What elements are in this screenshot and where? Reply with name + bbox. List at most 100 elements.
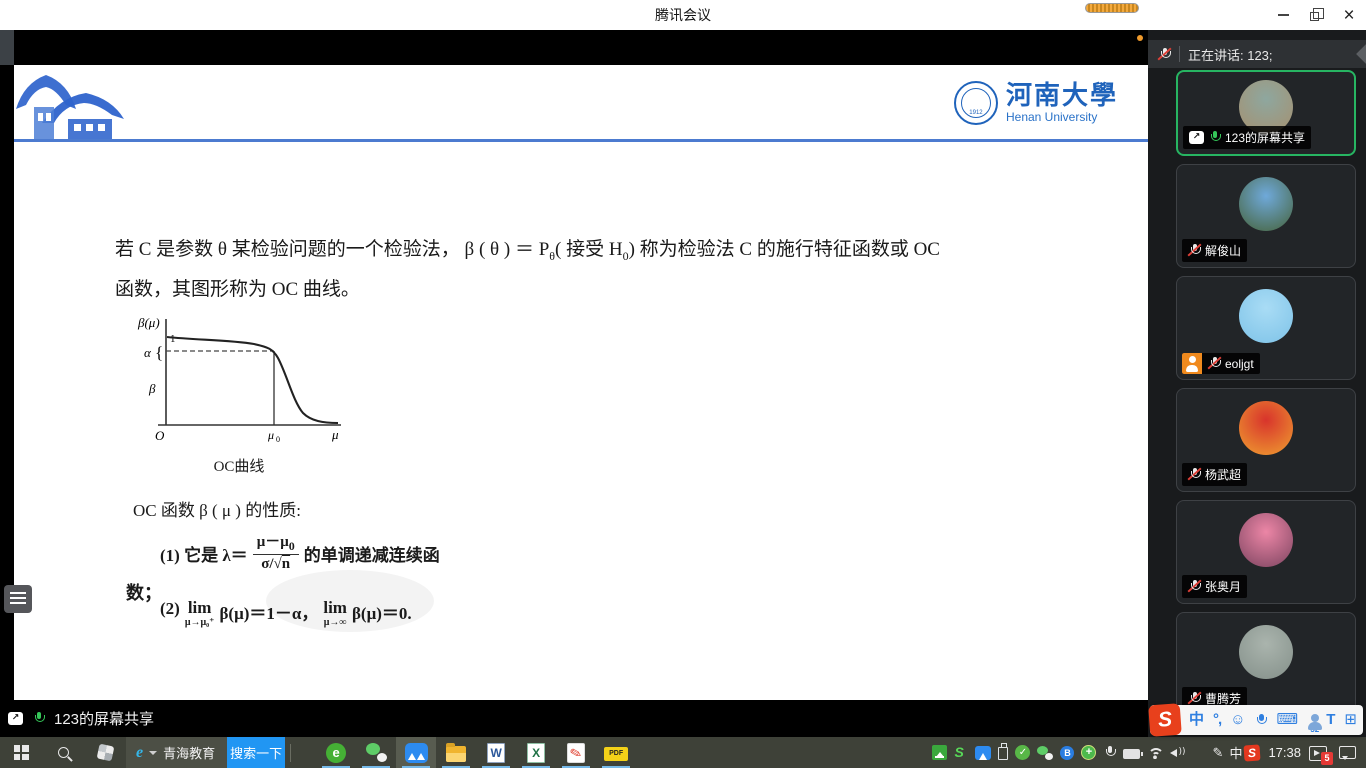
participant-tile[interactable]: 曹腾芳: [1176, 612, 1356, 716]
oc-curve-figure: β(μ) 1 α { β O μ 0 μ: [136, 313, 351, 448]
share-toolbar-handle[interactable]: [4, 585, 32, 613]
svg-text:1: 1: [170, 333, 176, 345]
wechat-icon[interactable]: [356, 737, 396, 768]
pagoda-illustration: [14, 67, 132, 140]
wechat-tray-icon[interactable]: [1037, 746, 1053, 760]
skin-icon[interactable]: T: [1326, 705, 1335, 735]
sidebar-collapse-handle[interactable]: [1356, 44, 1366, 64]
screen-share-icon: [1189, 131, 1204, 144]
mic-status-icon: [1208, 130, 1221, 145]
svg-text:O: O: [155, 428, 165, 443]
participant-label: 解俊山: [1182, 239, 1247, 262]
participant-tile[interactable]: 123的屏幕共享: [1176, 70, 1356, 156]
participant-name: 杨武超: [1205, 466, 1241, 483]
participant-label: 杨武超: [1182, 463, 1247, 486]
browser-360-icon[interactable]: [316, 737, 356, 768]
mic-tray-icon[interactable]: [1103, 745, 1116, 760]
banner-divider: [1179, 46, 1180, 62]
svg-text:0: 0: [276, 435, 280, 444]
excel-icon[interactable]: [516, 737, 556, 768]
wps-icon[interactable]: [556, 737, 596, 768]
taskbar-search-button[interactable]: [42, 737, 84, 768]
taskbar: e 青海教育 搜索一下 中 17:38 5: [0, 737, 1366, 768]
input-mode-zh-icon[interactable]: 中: [1189, 705, 1204, 735]
safety-plus-icon[interactable]: [1081, 745, 1096, 760]
slide-paragraph: 若 C 是参数 θ 某检验问题的一个检验法， β ( θ ) ＝ Pθ( 接受 …: [115, 233, 1070, 307]
participant-label: 张奥月: [1182, 575, 1247, 598]
property-1-continuation: 数；: [126, 579, 162, 605]
avatar: [1239, 177, 1293, 231]
participant-name: eoljgt: [1225, 357, 1254, 371]
notification-badge: 5: [1321, 752, 1333, 765]
stage-corner: [0, 30, 14, 65]
restore-button[interactable]: [1299, 0, 1333, 30]
word-icon[interactable]: [476, 737, 516, 768]
toolbox-icon[interactable]: ⊞: [1344, 705, 1357, 735]
mic-status-icon: [1188, 243, 1201, 258]
pen-icon[interactable]: [1212, 745, 1227, 760]
participants-sidebar: 正在讲话: 123; 123的屏幕共享 解俊山 eoljgt: [1148, 30, 1366, 737]
taskbar-clock[interactable]: 17:38: [1268, 745, 1301, 760]
sogou-tray-icon[interactable]: [1244, 744, 1261, 761]
media-player-icon[interactable]: 5: [1309, 746, 1327, 761]
sogou-logo-icon[interactable]: S: [1148, 703, 1182, 737]
minimize-button[interactable]: [1266, 0, 1300, 30]
usb-eject-icon[interactable]: [932, 745, 947, 760]
window-button-label: 青海教育: [163, 743, 215, 762]
avatar: [1239, 625, 1293, 679]
pinwheel-app-button[interactable]: [84, 737, 126, 768]
pdf-icon[interactable]: [596, 737, 636, 768]
participant-tile[interactable]: 张奥月: [1176, 500, 1356, 604]
sogou-input-toolbar: S 中 °, ☺ ⌨ 32 T ⊞: [1150, 705, 1363, 735]
university-seal-icon: 1912: [954, 81, 998, 125]
file-explorer-icon[interactable]: [436, 737, 476, 768]
shield-icon[interactable]: [1015, 745, 1030, 760]
bluetooth-icon[interactable]: [1060, 746, 1074, 760]
pinwheel-icon: [96, 744, 114, 762]
participant-name: 123的屏幕共享: [1225, 129, 1305, 146]
browser-window-button[interactable]: e 青海教育: [126, 737, 227, 768]
emoji-icon[interactable]: ☺: [1230, 705, 1245, 735]
action-center-icon[interactable]: [1339, 746, 1356, 759]
shared-screen-stage: 1912 河南大學 Henan University 若 C 是参数 θ 某检验…: [0, 30, 1148, 737]
language-indicator[interactable]: 中: [1229, 743, 1242, 762]
account-icon[interactable]: 32: [1307, 714, 1317, 732]
mic-status-icon: [1208, 356, 1221, 371]
speaking-banner: 正在讲话: 123;: [1148, 40, 1366, 68]
usb-drive-icon[interactable]: [998, 747, 1008, 760]
participant-tile[interactable]: eoljgt: [1176, 276, 1356, 380]
start-button[interactable]: [0, 737, 42, 768]
meeting-duration-indicator: [1085, 3, 1139, 13]
participant-tile[interactable]: 杨武超: [1176, 388, 1356, 492]
tray-icons: [932, 745, 1227, 760]
header-divider: [14, 139, 1148, 142]
battery-icon[interactable]: [1123, 749, 1140, 759]
participant-name: 张奥月: [1205, 578, 1241, 595]
close-button[interactable]: [1332, 0, 1366, 30]
svg-text:β(μ): β(μ): [137, 315, 160, 330]
participant-tile[interactable]: 解俊山: [1176, 164, 1356, 268]
share-status-label: 123的屏幕共享: [54, 708, 154, 729]
volume-icon[interactable]: [1170, 746, 1187, 759]
screen-share-icon: [8, 712, 23, 725]
svg-text:β: β: [148, 381, 156, 396]
voice-input-icon[interactable]: [1255, 713, 1268, 728]
punctuation-icon[interactable]: °,: [1213, 705, 1221, 735]
svg-text:α: α: [144, 345, 152, 360]
taskbar-apps: [316, 737, 636, 768]
keyboard-icon[interactable]: ⌨: [1277, 705, 1299, 735]
mic-on-icon: [32, 711, 45, 726]
search-box-button[interactable]: 搜索一下: [227, 737, 285, 768]
tencent-meeting-icon[interactable]: [396, 737, 436, 768]
meeting-tray-icon[interactable]: [975, 746, 991, 760]
guest-badge-icon: [1182, 353, 1202, 374]
search-icon: [58, 747, 69, 758]
windows-logo-icon: [14, 745, 29, 760]
wifi-icon[interactable]: [1147, 747, 1163, 759]
speaking-label: 正在讲话: 123;: [1188, 45, 1273, 64]
share-status-bar: 123的屏幕共享: [0, 700, 1148, 737]
chevron-down-icon: [149, 751, 157, 755]
avatar: [1239, 513, 1293, 567]
university-logo: 1912 河南大學 Henan University: [954, 81, 1118, 125]
sync-icon[interactable]: [954, 745, 968, 760]
